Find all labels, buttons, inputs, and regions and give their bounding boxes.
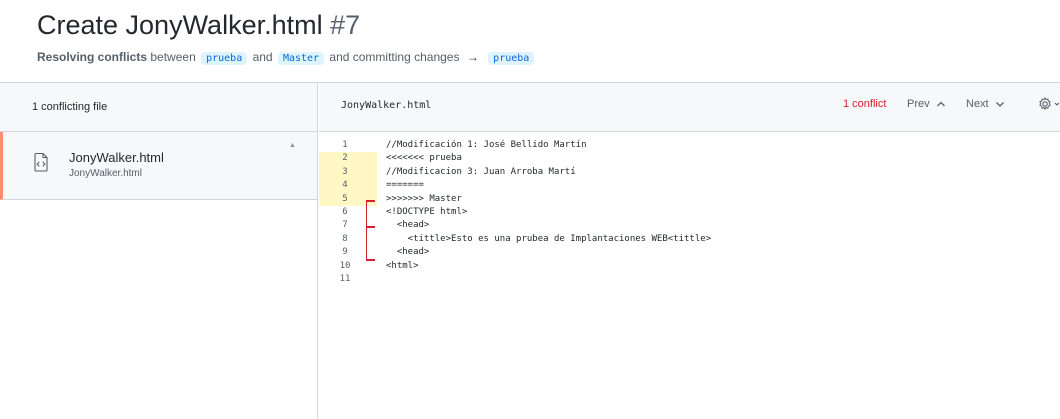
line-number: 10 [339, 260, 351, 271]
line-text: >>>>>>> Master [386, 193, 462, 204]
branch-target-label[interactable]: prueba [488, 52, 535, 65]
line-text: //Modificacion 3: Juan Arroba Martí [386, 166, 576, 177]
branch-to-label[interactable]: Master [277, 52, 325, 65]
conflict-editor: JonyWalker.html 1 conflict Prev Next 1 //… [319, 83, 1060, 419]
next-conflict-button[interactable]: Next [966, 98, 1005, 110]
line-number: 2 [342, 153, 348, 164]
code-line: 8 <tittle>Esto es una prubea de Implanta… [319, 233, 1060, 246]
file-code-icon [34, 152, 48, 172]
conflict-file-sidebar: 1 conflicting file JonyWalker.html JonyW… [0, 83, 318, 419]
line-text: ======= [386, 180, 424, 191]
line-number: 5 [342, 193, 348, 204]
page-title: Create JonyWalker.html #7 [37, 6, 1037, 44]
code-line: 9 <head> [319, 246, 1060, 259]
line-text: <!DOCTYPE html> [386, 206, 468, 217]
code-line-conflict: 5 >>>>>>> Master [319, 192, 1060, 206]
code-line: 10 <html> [319, 260, 1060, 273]
file-path: JonyWalker.html [69, 168, 142, 179]
prev-label: Prev [907, 98, 930, 110]
code-line: 6 <!DOCTYPE html> [319, 206, 1060, 219]
code-line-conflict: 3 //Modificacion 3: Juan Arroba Martí [319, 165, 1060, 180]
line-text: <html> [386, 260, 419, 271]
arrow-right-icon: → [466, 50, 479, 64]
subtitle-committing: and committing changes [329, 50, 460, 64]
line-text: //Modificación 1: José Bellido Martín [386, 140, 587, 150]
code-area[interactable]: 1 //Modificación 1: José Bellido Martín 2… [319, 139, 1060, 286]
next-label: Next [966, 98, 989, 110]
line-text: <tittle>Esto es una prubea de Implantaci… [386, 233, 712, 244]
code-line: 11 [319, 273, 1060, 286]
pr-number: #7 [330, 10, 361, 40]
line-number: 4 [342, 180, 348, 191]
conflict-count: 1 conflict [843, 98, 887, 110]
pr-subtitle: Resolving conflicts between prueba and M… [37, 48, 1037, 68]
line-number: 9 [342, 247, 348, 258]
subtitle-between: between [150, 50, 196, 64]
line-text: <<<<<<< prueba [386, 153, 462, 164]
chevron-down-icon [995, 102, 1004, 108]
code-line: 7 <head> [319, 219, 1060, 232]
prev-conflict-button[interactable]: Prev [907, 98, 946, 110]
line-number: 11 [339, 273, 351, 284]
line-number: 1 [342, 140, 348, 150]
chevron-up-icon [936, 101, 945, 107]
editor-filename: JonyWalker.html [341, 100, 432, 111]
conflicting-file-count: 1 conflicting file [32, 101, 108, 113]
line-text: <head> [386, 247, 430, 258]
conflict-bracket [366, 200, 376, 261]
file-name: JonyWalker.html [69, 150, 164, 165]
subtitle-bold: Resolving conflicts [37, 50, 148, 64]
code-line-conflict: 2 <<<<<<< prueba [319, 152, 1060, 166]
sidebar-header: 1 conflicting file [0, 83, 317, 132]
editor-toolbar: JonyWalker.html 1 conflict Prev Next [319, 83, 1060, 132]
gear-icon[interactable] [1037, 96, 1060, 112]
subtitle-and: and [252, 50, 273, 64]
pr-title: Create JonyWalker.html [37, 10, 323, 40]
branch-from-label[interactable]: prueba [201, 52, 248, 65]
code-line-conflict: 4 ======= [319, 179, 1060, 193]
file-list-item[interactable]: JonyWalker.html JonyWalker.html [0, 132, 317, 200]
line-text: <head> [386, 220, 430, 231]
line-number: 8 [342, 233, 348, 244]
line-number: 3 [342, 166, 348, 177]
scroll-up-icon[interactable]: ▲ [289, 142, 297, 150]
line-number: 6 [342, 206, 348, 217]
line-number: 7 [342, 220, 348, 231]
pr-header: Create JonyWalker.html #7 Resolving conf… [37, 6, 1037, 68]
code-line: 1 //Modificación 1: José Bellido Martín [319, 139, 1060, 152]
